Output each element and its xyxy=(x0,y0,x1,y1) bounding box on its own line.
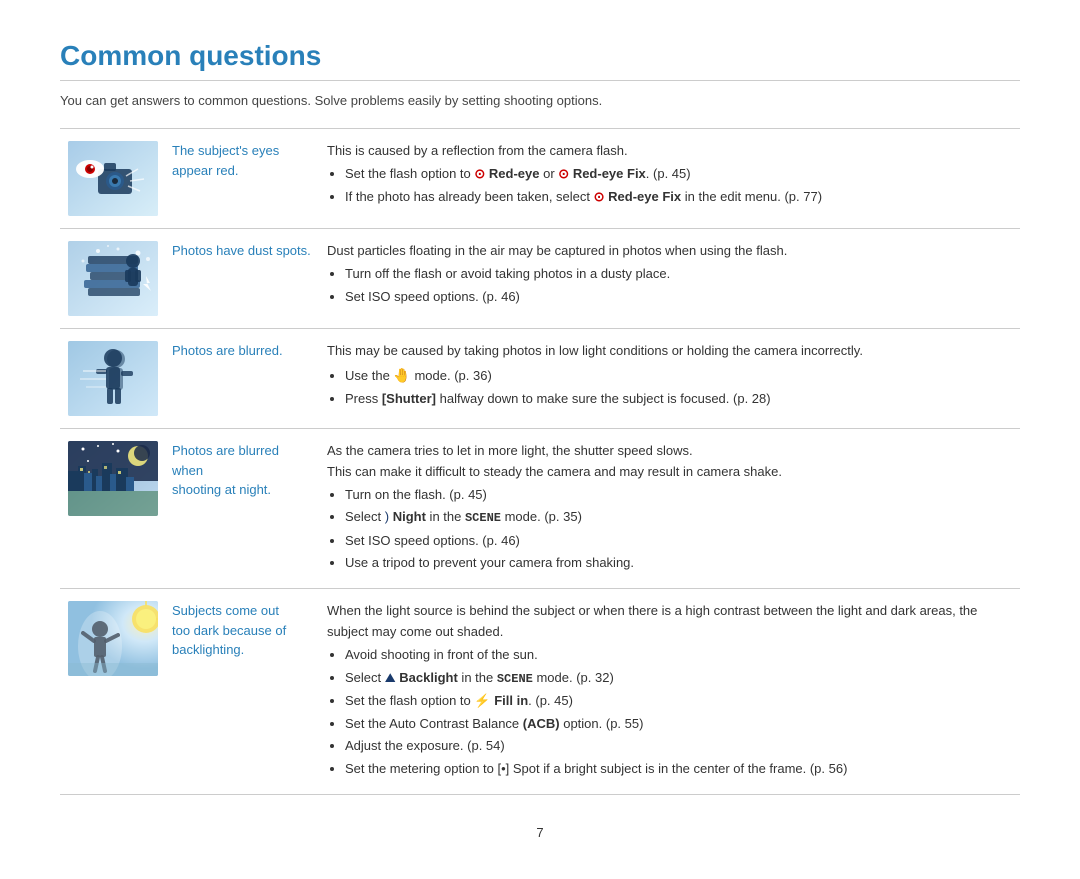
bullet-item: Set ISO speed options. (p. 46) xyxy=(345,287,1014,308)
bullet-item: Use a tripod to prevent your camera from… xyxy=(345,553,1014,574)
bullet-item: Turn off the flash or avoid taking photo… xyxy=(345,264,1014,285)
label-cell-dust-spots: Photos have dust spots. xyxy=(166,229,321,329)
image-cell-backlight xyxy=(60,589,166,795)
image-cell-red-eye xyxy=(60,129,166,229)
bullet-item: Adjust the exposure. (p. 54) xyxy=(345,736,1014,757)
label-cell-night: Photos are blurred when shooting at night… xyxy=(166,429,321,589)
bullet-item: Avoid shooting in front of the sun. xyxy=(345,645,1014,666)
bullet-item: Press [Shutter] halfway down to make sur… xyxy=(345,389,1014,410)
label-text-2: too dark because of xyxy=(172,623,286,638)
table-row: Photos are blurred when shooting at night… xyxy=(60,429,1020,589)
label-cell-blurred: Photos are blurred. xyxy=(166,329,321,429)
content-cell-night: As the camera tries to let in more light… xyxy=(321,429,1020,589)
image-cell-blurred xyxy=(60,329,166,429)
label-text: Subjects come out xyxy=(172,603,279,618)
table-row: The subject's eyes appear red. This is cau… xyxy=(60,129,1020,229)
content-cell-red-eye: This is caused by a reflection from the … xyxy=(321,129,1020,229)
label-text: The subject's eyes xyxy=(172,143,279,158)
content-intro: As the camera tries to let in more light… xyxy=(327,443,693,458)
label-text-2: shooting at night. xyxy=(172,482,271,497)
content-cell-backlight: When the light source is behind the subj… xyxy=(321,589,1020,795)
label-text: Photos are blurred. xyxy=(172,343,283,358)
page-number: 7 xyxy=(60,825,1020,840)
content-intro: This is caused by a reflection from the … xyxy=(327,143,628,158)
bullet-item: Set the flash option to ⊙ Red-eye or ⊙ R… xyxy=(345,164,1014,185)
bullet-item: If the photo has already been taken, sel… xyxy=(345,187,1014,208)
bullet-item: Use the 🤚 mode. (p. 36) xyxy=(345,364,1014,387)
bullet-item: Set the flash option to ⚡ Fill in. (p. 4… xyxy=(345,691,1014,712)
bullet-item: Set the Auto Contrast Balance (ACB) opti… xyxy=(345,714,1014,735)
content-cell-dust-spots: Dust particles floating in the air may b… xyxy=(321,229,1020,329)
label-text: Photos have dust spots. xyxy=(172,243,311,258)
table-row: Photos are blurred. This may be caused by… xyxy=(60,329,1020,429)
content-intro: This may be caused by taking photos in l… xyxy=(327,343,863,358)
table-row: Subjects come out too dark because of back… xyxy=(60,589,1020,795)
table-row: Photos have dust spots. Dust particles fl… xyxy=(60,229,1020,329)
subtitle: You can get answers to common questions.… xyxy=(60,93,1020,108)
content-cell-blurred: This may be caused by taking photos in l… xyxy=(321,329,1020,429)
bullet-item: Set the metering option to [•] Spot if a… xyxy=(345,759,1014,780)
label-cell-backlight: Subjects come out too dark because of back… xyxy=(166,589,321,795)
label-cell-red-eye: The subject's eyes appear red. xyxy=(166,129,321,229)
page-title: Common questions xyxy=(60,40,1020,72)
faq-table: The subject's eyes appear red. This is cau… xyxy=(60,128,1020,795)
label-text-3: backlighting. xyxy=(172,642,244,657)
label-text-2: appear red. xyxy=(172,163,239,178)
image-cell-night xyxy=(60,429,166,589)
title-divider xyxy=(60,80,1020,81)
bullet-item: Select ⛰ Backlight in the SCENE mode. (p… xyxy=(345,668,1014,689)
bullet-item: Set ISO speed options. (p. 46) xyxy=(345,531,1014,552)
label-text: Photos are blurred when xyxy=(172,443,279,478)
bullet-item: Turn on the flash. (p. 45) xyxy=(345,485,1014,506)
content-intro: Dust particles floating in the air may b… xyxy=(327,243,787,258)
image-cell-dust-spots xyxy=(60,229,166,329)
bullet-item: Select ) Night in the SCENE mode. (p. 35… xyxy=(345,507,1014,528)
content-intro2: This can make it difficult to steady the… xyxy=(327,464,782,479)
content-intro: When the light source is behind the subj… xyxy=(327,603,977,639)
